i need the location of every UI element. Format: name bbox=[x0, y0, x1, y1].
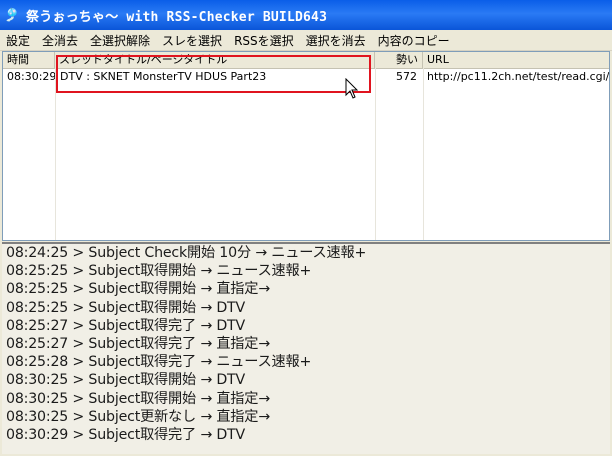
list-header: 時間 スレッドタイトル/ページタイトル 勢い URL bbox=[3, 52, 609, 69]
thread-list[interactable]: 時間 スレッドタイトル/ページタイトル 勢い URL 08:30:29 DTV … bbox=[2, 51, 610, 241]
log-line: 08:25:27 > Subject取得完了 → DTV bbox=[6, 317, 246, 334]
row-title: DTV : SKNET MonsterTV HDUS Part23 bbox=[60, 70, 267, 83]
log-line: 08:24:25 > Subject Check開始 10分 → ニュース速報+ bbox=[6, 245, 367, 261]
log-line: 08:25:25 > Subject取得開始 → DTV bbox=[6, 299, 246, 316]
row-time: 08:30:29 bbox=[7, 70, 55, 83]
column-header-title[interactable]: スレッドタイトル/ページタイトル bbox=[55, 52, 375, 68]
menu-deselect-all[interactable]: 全選択解除 bbox=[84, 32, 156, 49]
title-bar[interactable]: 🎐 祭うぉっちゃ〜 with RSS-Checker BUILD643 bbox=[0, 0, 612, 30]
menu-clear-all[interactable]: 全消去 bbox=[36, 32, 84, 49]
festival-app-icon: 🎐 bbox=[3, 7, 21, 23]
column-divider bbox=[55, 68, 56, 240]
log-line: 08:25:25 > Subject取得開始 → 直指定→ bbox=[6, 281, 270, 298]
log-line: 08:25:28 > Subject取得完了 → ニュース速報+ bbox=[6, 354, 312, 371]
menu-copy-content[interactable]: 内容のコピー bbox=[372, 32, 456, 49]
log-line: 08:25:27 > Subject取得完了 → 直指定→ bbox=[6, 336, 270, 353]
row-ikioi: 572 bbox=[396, 70, 417, 83]
log-line: 08:30:25 > Subject更新なし → 直指定→ bbox=[6, 408, 270, 425]
column-header-ikioi[interactable]: 勢い bbox=[375, 52, 423, 68]
menu-delete-selected[interactable]: 選択を消去 bbox=[300, 32, 372, 49]
column-divider bbox=[375, 68, 376, 240]
column-divider bbox=[423, 68, 424, 240]
window-title: 祭うぉっちゃ〜 with RSS-Checker BUILD643 bbox=[26, 9, 328, 25]
column-header-time[interactable]: 時間 bbox=[3, 52, 55, 68]
mouse-cursor-icon bbox=[345, 78, 359, 99]
menu-select-thread[interactable]: スレを選択 bbox=[156, 32, 228, 49]
menu-bar: 設定 全消去 全選択解除 スレを選択 RSSを選択 選択を消去 内容のコピー bbox=[0, 30, 612, 51]
log-line: 08:30:25 > Subject取得開始 → DTV bbox=[6, 372, 246, 389]
log-line: 08:30:25 > Subject取得開始 → 直指定→ bbox=[6, 390, 270, 407]
row-url: http://pc11.2ch.net/test/read.cgi/a... bbox=[427, 70, 609, 83]
menu-select-rss[interactable]: RSSを選択 bbox=[228, 32, 300, 49]
column-header-url[interactable]: URL bbox=[423, 52, 609, 68]
menu-settings[interactable]: 設定 bbox=[0, 32, 36, 49]
log-line: 08:25:25 > Subject取得開始 → ニュース速報+ bbox=[6, 263, 312, 280]
table-row[interactable]: 08:30:29 DTV : SKNET MonsterTV HDUS Part… bbox=[3, 69, 609, 85]
log-line: 08:30:29 > Subject取得完了 → DTV bbox=[6, 427, 246, 444]
log-panel[interactable]: 08:24:25 > Subject Check開始 10分 → ニュース速報+… bbox=[2, 242, 610, 454]
